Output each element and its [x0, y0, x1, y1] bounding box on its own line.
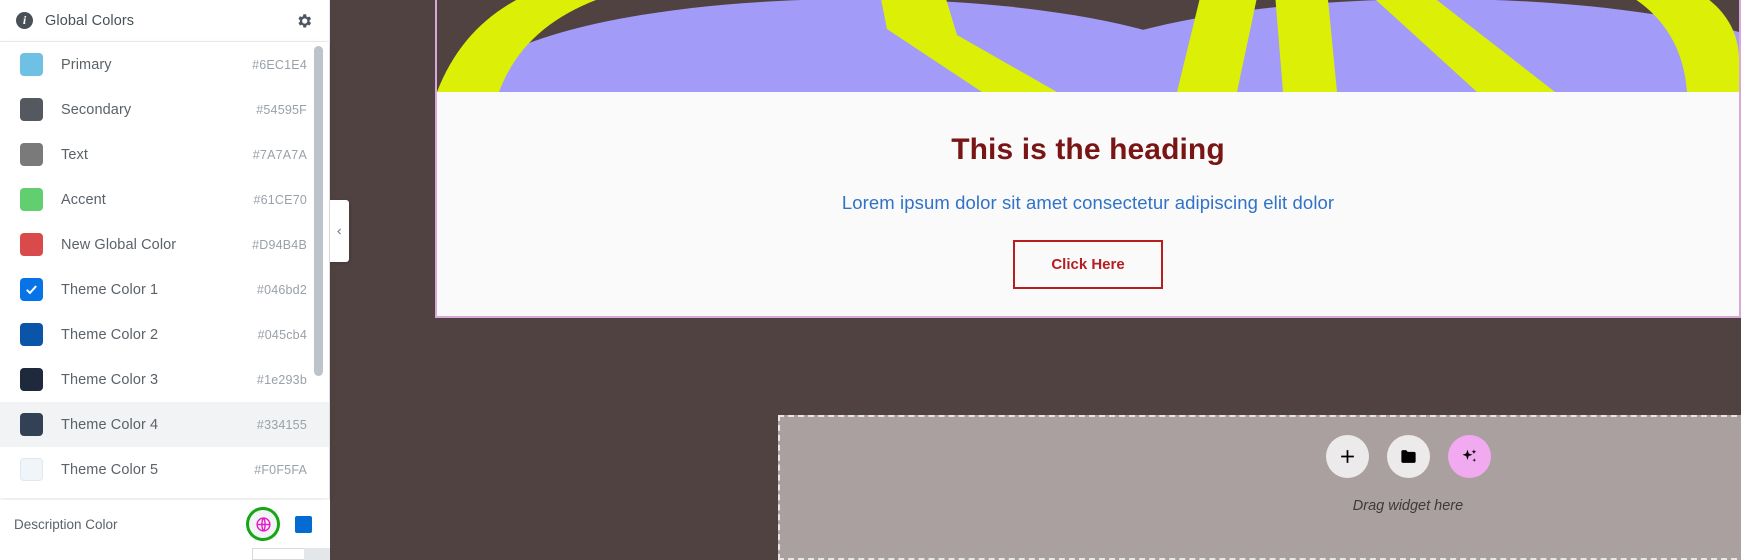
color-hex-value: #334155: [256, 417, 307, 432]
color-swatch[interactable]: [20, 53, 43, 76]
check-icon: [26, 285, 37, 295]
color-name: Secondary: [61, 101, 132, 118]
color-list-item[interactable]: Text #7A7A7A: [0, 132, 329, 177]
color-list-item[interactable]: Theme Color 1 #046bd2: [0, 267, 329, 312]
color-swatch[interactable]: [20, 278, 43, 301]
chevron-left-icon: [337, 227, 342, 235]
color-swatch[interactable]: [20, 368, 43, 391]
plus-icon: [1340, 450, 1354, 463]
hero-heading[interactable]: This is the heading: [951, 133, 1225, 167]
dropzone-label: Drag widget here: [1352, 498, 1464, 514]
color-list-item[interactable]: New Global Color #D94B4B: [0, 222, 329, 267]
color-hex-value: #6EC1E4: [252, 57, 307, 72]
editor-canvas: This is the heading Lorem ipsum dolor si…: [330, 0, 1741, 560]
color-hex-value: #F0F5FA: [254, 462, 307, 477]
hero-section[interactable]: This is the heading Lorem ipsum dolor si…: [435, 0, 1741, 318]
color-swatch[interactable]: [20, 143, 43, 166]
color-list-item[interactable]: Theme Color 2 #045cb4: [0, 312, 329, 357]
color-name: Theme Color 5: [61, 461, 159, 478]
color-hex-value: #61CE70: [253, 192, 307, 207]
color-swatch[interactable]: [20, 413, 43, 436]
widget-dropzone[interactable]: Drag widget here: [778, 415, 1741, 560]
color-name: Accent: [61, 191, 106, 208]
panel-header: i Global Colors: [0, 0, 329, 42]
color-name: Theme Color 2: [61, 326, 159, 343]
color-swatch[interactable]: [20, 458, 43, 481]
folder-button[interactable]: [1386, 435, 1430, 478]
color-name: Text: [61, 146, 88, 163]
color-name: Theme Color 3: [61, 371, 159, 388]
color-swatch[interactable]: [20, 323, 43, 346]
color-hex-value: #046bd2: [256, 282, 307, 297]
panel-title: Global Colors: [45, 12, 135, 29]
color-list-item[interactable]: Theme Color 5 #F0F5FA: [0, 447, 329, 492]
global-color-picker-button[interactable]: [246, 507, 280, 541]
color-list-item[interactable]: Primary #6EC1E4: [0, 42, 329, 87]
description-color-row: Description Color: [0, 500, 330, 548]
dropzone-actions: [1325, 435, 1491, 478]
sparkle-icon: [1461, 449, 1476, 462]
color-swatch[interactable]: [20, 188, 43, 211]
globe-icon: [255, 516, 272, 533]
color-name: Primary: [61, 56, 112, 73]
color-hex-value: #045cb4: [257, 327, 307, 342]
color-hex-value: #1e293b: [256, 372, 307, 387]
scrollbar-thumb[interactable]: [314, 46, 323, 376]
global-colors-list: Primary #6EC1E4 Secondary #54595F Text #7A7A7…: [0, 42, 329, 498]
global-colors-panel: i Global Colors Primary #6EC1E4 Secondary #…: [0, 0, 330, 560]
add-widget-button[interactable]: [1325, 435, 1369, 478]
hex-input[interactable]: [252, 548, 304, 560]
current-color-chip[interactable]: [295, 515, 312, 533]
bottom-control-strip: [0, 548, 330, 560]
app-stage: i Global Colors Primary #6EC1E4 Secondary #…: [0, 0, 1741, 560]
color-hex-value: #D94B4B: [252, 237, 307, 252]
color-name: Theme Color 4: [61, 416, 159, 433]
color-name: New Global Color: [61, 236, 177, 253]
panel-collapse-handle[interactable]: [330, 200, 349, 262]
eyedropper-button[interactable]: [304, 548, 330, 560]
hero-subheading[interactable]: Lorem ipsum dolor sit amet consectetur a…: [842, 192, 1334, 214]
color-swatch[interactable]: [20, 233, 43, 256]
ai-generate-button[interactable]: [1447, 435, 1491, 478]
hero-cta-button[interactable]: Click Here: [1013, 240, 1163, 289]
color-list-scrollbar[interactable]: [314, 46, 323, 448]
description-color-label: Description Color: [14, 516, 118, 532]
gear-icon[interactable]: [295, 12, 313, 30]
color-list-item[interactable]: Theme Color 4 #334155: [0, 402, 329, 447]
color-swatch[interactable]: [20, 98, 43, 121]
hero-content: This is the heading Lorem ipsum dolor si…: [437, 92, 1739, 316]
color-hex-value: #54595F: [256, 102, 307, 117]
folder-icon: [1400, 450, 1416, 463]
color-hex-value: #7A7A7A: [252, 147, 307, 162]
info-icon: i: [16, 12, 33, 29]
color-list-item[interactable]: Accent #61CE70: [0, 177, 329, 222]
color-list-item[interactable]: Theme Color 3 #1e293b: [0, 357, 329, 402]
color-list-item[interactable]: Secondary #54595F: [0, 87, 329, 132]
color-name: Theme Color 1: [61, 281, 159, 298]
hero-banner-image: [437, 0, 1739, 92]
